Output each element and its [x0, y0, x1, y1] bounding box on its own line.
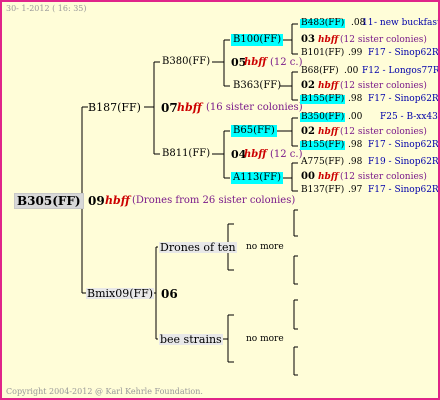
b811-desc: (12 c.)	[270, 149, 303, 160]
b187-desc: (16 sister colonies)	[206, 102, 303, 113]
r1-breeder: - new buckfast	[374, 18, 440, 28]
b100-node-label[interactable]: B100(FF)	[231, 34, 284, 46]
b187-node-label[interactable]: B187(FF)	[88, 102, 141, 113]
b187-mark: 07	[161, 101, 178, 115]
b65-node-label[interactable]: B65(FF)	[231, 125, 277, 137]
r5-mark: 02	[301, 80, 315, 91]
drones-node-label[interactable]: Drones of ten	[159, 242, 237, 253]
r9-breeder: F17 - Sinop62R	[368, 140, 439, 150]
r7-id[interactable]: B350(FF)	[300, 113, 346, 122]
b811-hbff: hbff	[244, 149, 267, 160]
bee-strains-node-label[interactable]: bee strains	[159, 334, 223, 345]
r7-breeder: F25 - B-xx43	[380, 112, 438, 122]
r8-desc: (12 sister colonies)	[340, 127, 427, 137]
r10-id[interactable]: A775(FF)	[301, 158, 344, 167]
r4-year: .00	[344, 66, 359, 76]
drones-no-more: no more	[246, 242, 284, 252]
r11-mark: 00	[301, 171, 315, 182]
bee-strains-no-more: no more	[246, 334, 284, 344]
r5-hbff: hbff	[318, 81, 339, 91]
r2-mark: 03	[301, 34, 315, 45]
r11-desc: (12 sister colonies)	[340, 172, 427, 182]
r4-breeder: F12 - Longos77R	[362, 66, 440, 76]
r8-mark: 02	[301, 126, 315, 137]
r4-id[interactable]: B68(FF)	[301, 67, 339, 76]
r10-breeder: F19 - Sinop62R	[368, 157, 439, 167]
copyright-footer: Copyright 2004-2012 @ Karl Kehrle Founda…	[6, 387, 203, 396]
root-node-label[interactable]: B305(FF)	[14, 193, 84, 209]
r12-breeder: F17 - Sinop62R	[368, 185, 439, 195]
r3-id[interactable]: B101(FF)	[301, 49, 344, 58]
root-mark: 09	[88, 194, 105, 208]
r3-breeder: F17 - Sinop62R	[368, 48, 439, 58]
r6-year: .98	[348, 94, 363, 104]
r7-year: .00	[348, 112, 363, 122]
r11-hbff: hbff	[318, 172, 339, 182]
bmix-mark: 06	[161, 287, 178, 301]
b363-node-label[interactable]: B363(FF)	[233, 81, 281, 91]
b380-hbff: hbff	[244, 57, 267, 68]
r9-year: .98	[348, 140, 363, 150]
r1-prefix: 11	[362, 18, 374, 28]
r6-id[interactable]: B155(FF)	[300, 95, 346, 104]
pedigree-frame: 30- 1-2012 ( 16: 35) B305(FF) 09 hbff (D…	[0, 0, 440, 400]
r10-year: .98	[348, 157, 363, 167]
b187-hbff: hbff	[177, 101, 202, 114]
r12-id[interactable]: B137(FF)	[301, 186, 344, 195]
root-desc: (Drones from 26 sister colonies)	[132, 195, 296, 206]
a113-node-label[interactable]: A113(FF)	[231, 172, 283, 184]
r2-hbff: hbff	[318, 35, 339, 45]
r12-year: .97	[348, 185, 363, 195]
b811-node-label[interactable]: B811(FF)	[162, 149, 210, 159]
r8-hbff: hbff	[318, 127, 339, 137]
r6-breeder: F17 - Sinop62R	[368, 94, 439, 104]
r9-id[interactable]: B155(FF)	[300, 141, 346, 150]
r3-year: .99	[348, 48, 363, 58]
bmix-node-label[interactable]: Bmix09(FF)	[86, 288, 155, 299]
b380-node-label[interactable]: B380(FF)	[162, 57, 210, 67]
r1-id[interactable]: B483(FF)	[300, 19, 346, 28]
b380-desc: (12 c.)	[270, 57, 303, 68]
r2-desc: (12 sister colonies)	[340, 35, 427, 45]
root-hbff: hbff	[105, 194, 130, 207]
timestamp: 30- 1-2012 ( 16: 35)	[6, 4, 87, 13]
r5-desc: (12 sister colonies)	[340, 81, 427, 91]
